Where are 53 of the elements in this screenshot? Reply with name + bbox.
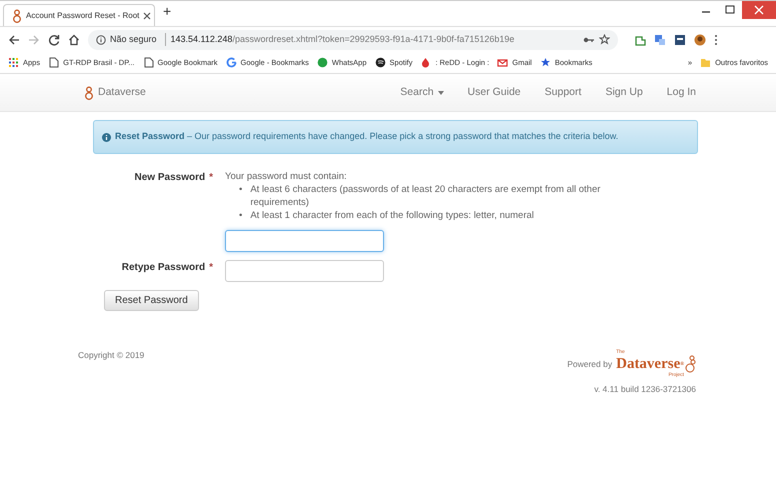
info-icon (96, 34, 106, 44)
bullet-mark: • (239, 183, 242, 196)
close-icon[interactable] (143, 12, 152, 20)
page-icon (48, 57, 60, 68)
star-icon[interactable] (599, 34, 610, 45)
address-bar[interactable]: Não seguro 143.54.112.248/passwordreset.xhtml?token=29929593-f91a-4171-9b0f-fa715126b19e (88, 30, 618, 50)
requirement-item: At least 6 characters (passwords of at least 20 characters are exempt from all other requirements) (250, 183, 602, 209)
version-text: v. 4.11 build 1236-3721306 (594, 383, 696, 396)
insecure-label: Não seguro (110, 32, 157, 46)
page-icon (142, 57, 154, 68)
field-label: Retype Password (122, 261, 206, 275)
caret-icon (438, 90, 444, 94)
translate-icon[interactable] (654, 34, 666, 46)
help-text: Your password must contain: (225, 170, 348, 183)
folder-icon (700, 58, 712, 68)
bullet-mark: • (239, 209, 242, 222)
required-mark: * (209, 171, 213, 185)
required-mark: * (209, 261, 213, 275)
info-icon (102, 132, 111, 142)
powered-by-text: Powered by (567, 358, 612, 370)
music-icon (374, 57, 386, 68)
mail-icon (497, 57, 508, 68)
reload-icon[interactable] (48, 34, 60, 46)
dataverse-logo-icon (12, 8, 22, 22)
tab-title: Account Password Reset - Root (26, 10, 140, 22)
back-arrow-icon[interactable] (8, 34, 20, 46)
nav-link[interactable]: Support (544, 84, 582, 100)
nav-link[interactable]: Search (400, 84, 444, 100)
requirement-item: At least 1 character from each of the following types: letter, numeral (250, 209, 534, 222)
nav-link[interactable]: User Guide (468, 84, 521, 100)
nav-link[interactable]: Log In (666, 84, 696, 100)
close-icon[interactable] (742, 1, 776, 19)
browser-tab[interactable]: Account Password Reset - Root (3, 4, 155, 26)
apps-grid-icon (8, 57, 19, 68)
reset-password-button[interactable]: Reset Password (104, 290, 199, 311)
password-field[interactable] (225, 260, 384, 282)
alert-message: Reset Password – Our password requirements have changed. Please pick a strong password that matches the criteria below. (115, 130, 618, 144)
copyright-text: Copyright © 2019 (78, 349, 144, 362)
nav-link[interactable]: Sign Up (605, 84, 643, 100)
flame-icon (420, 57, 432, 68)
screen-icon[interactable] (674, 34, 686, 46)
new-tab-button[interactable]: + (163, 1, 172, 22)
password-field[interactable] (225, 230, 384, 252)
brand-link[interactable]: Dataverse (84, 84, 146, 100)
extension-icon[interactable] (634, 34, 646, 46)
url-text: 143.54.112.248/passwordreset.xhtml?token=29929593-f91a-4171-9b0f-fa715126b19e (164, 32, 514, 46)
profile-avatar-icon[interactable] (694, 34, 706, 46)
dataverse-logo-icon (84, 86, 94, 100)
more-icon[interactable] (714, 34, 718, 46)
home-icon[interactable] (68, 34, 80, 46)
field-label: New Password (134, 171, 206, 185)
google-logo-icon (226, 57, 237, 68)
star-icon (540, 57, 551, 68)
